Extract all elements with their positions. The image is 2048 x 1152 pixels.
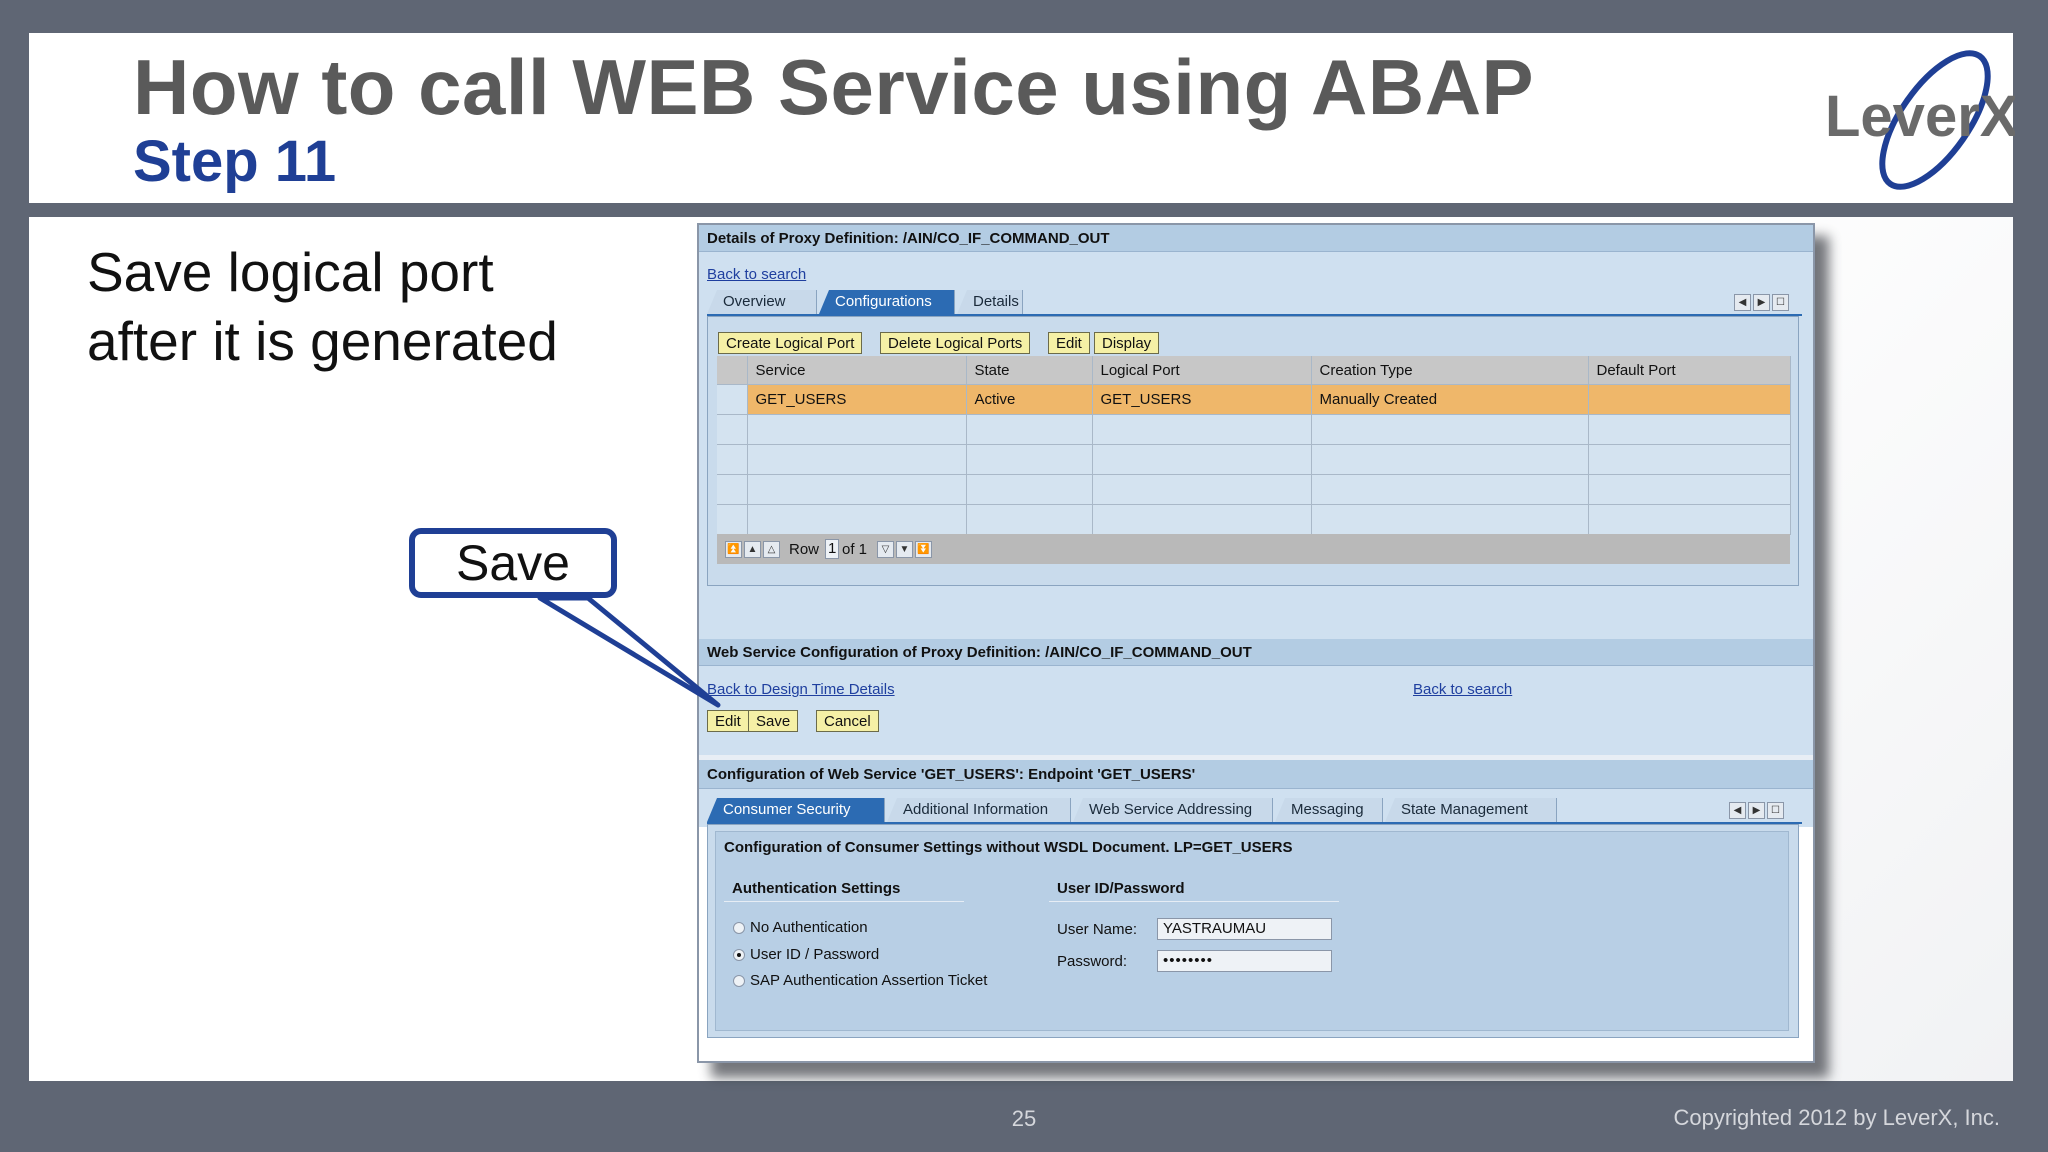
leverx-logo: LeverX [1815, 48, 2019, 193]
table-header-row: Service State Logical Port Creation Type… [717, 356, 1791, 385]
user-name-field[interactable]: YASTRAUMAU [1157, 918, 1332, 940]
tab-overview[interactable]: Overview [707, 290, 817, 314]
ws-config-header: Web Service Configuration of Proxy Defin… [707, 644, 1252, 661]
tab-list-icon[interactable]: ☐ [1772, 294, 1789, 311]
tab-scroll-right-icon[interactable]: ▶ [1753, 294, 1770, 311]
tab-scroll-left-icon[interactable]: ◀ [1729, 802, 1746, 819]
cell-default-port [1588, 384, 1791, 415]
back-to-search-link-2[interactable]: Back to search [1413, 681, 1512, 698]
delete-logical-ports-button[interactable]: Delete Logical Ports [880, 332, 1031, 354]
back-to-search-link[interactable]: Back to search [707, 266, 806, 283]
empty-table-row [717, 504, 1791, 535]
cell-state: Active [966, 384, 1093, 415]
column-header-default-port[interactable]: Default Port [1588, 356, 1791, 385]
row-selector[interactable] [717, 384, 748, 415]
cell-logical-port: GET_USERS [1092, 384, 1312, 415]
row-selector[interactable] [717, 504, 748, 535]
row-selector[interactable] [717, 444, 748, 475]
empty-table-row [717, 414, 1791, 445]
config-cancel-button[interactable]: Cancel [816, 710, 879, 732]
user-name-label: User Name: [1057, 921, 1138, 938]
proxy-details-header-bar: Details of Proxy Definition: /AIN/CO_IF_… [699, 225, 1813, 252]
logical-ports-table: Service State Logical Port Creation Type… [717, 356, 1791, 535]
tab-scroll-right-icon[interactable]: ▶ [1748, 802, 1765, 819]
endpoint-config-header-bar: Configuration of Web Service 'GET_USERS'… [699, 760, 1813, 789]
page-number: 25 [1011, 1106, 1037, 1131]
display-button[interactable]: Display [1094, 332, 1160, 354]
tab-messaging[interactable]: Messaging [1275, 798, 1383, 822]
cell-service: GET_USERS [747, 384, 967, 415]
tab-additional-information[interactable]: Additional Information [887, 798, 1071, 822]
row-label: Row [789, 541, 820, 558]
config-edit-button[interactable]: Edit [707, 710, 749, 732]
next-row-icon[interactable]: ▽ [877, 541, 894, 558]
column-header-logical-port[interactable]: Logical Port [1092, 356, 1312, 385]
endpoint-tabstrip: Consumer Security Additional Information… [707, 798, 1802, 824]
radio-sap-assertion-ticket[interactable]: SAP Authentication Assertion Ticket [733, 972, 987, 989]
save-callout: Save [409, 528, 617, 598]
table-row[interactable]: GET_USERS Active GET_USERS Manually Crea… [717, 384, 1791, 415]
empty-table-row [717, 474, 1791, 505]
tab-consumer-security[interactable]: Consumer Security [707, 798, 885, 822]
password-label: Password: [1057, 953, 1128, 970]
copyright-text: Copyrighted 2012 by LeverX, Inc. [1673, 1105, 2000, 1130]
endpoint-config-header: Configuration of Web Service 'GET_USERS'… [707, 766, 1196, 783]
next-page-icon[interactable]: ▼ [896, 541, 913, 558]
ws-config-header-bar: Web Service Configuration of Proxy Defin… [699, 639, 1813, 666]
header-divider [29, 203, 2013, 212]
cell-creation-type: Manually Created [1311, 384, 1589, 415]
radio-label: SAP Authentication Assertion Ticket [750, 972, 988, 989]
tab-details[interactable]: Details [957, 290, 1023, 314]
previous-row-icon[interactable]: △ [763, 541, 780, 558]
radio-button[interactable] [733, 922, 745, 935]
slide-body-text: Save logical port after it is generated [87, 241, 558, 372]
sap-screenshot: Details of Proxy Definition: /AIN/CO_IF_… [697, 223, 1815, 1063]
row-count: of 1 [842, 541, 868, 558]
tab-scroll-left-icon[interactable]: ◀ [1734, 294, 1751, 311]
logo-wordmark: LeverX [1825, 84, 2015, 149]
radio-button[interactable] [733, 975, 745, 988]
table-pager: ⏫ ▲ △ Row 1 of 1 ▽ ▼ ⏬ [717, 534, 1790, 564]
radio-label: No Authentication [750, 919, 868, 936]
select-all-cell[interactable] [717, 356, 748, 385]
radio-user-id-password[interactable]: User ID / Password [733, 946, 879, 963]
first-page-icon[interactable]: ⏫ [725, 541, 742, 558]
row-selector[interactable] [717, 474, 748, 505]
empty-table-row [717, 444, 1791, 475]
radio-button[interactable] [733, 949, 745, 962]
authentication-settings-label: Authentication Settings [732, 880, 901, 897]
tab-state-management[interactable]: State Management [1385, 798, 1557, 822]
proxy-details-header: Details of Proxy Definition: /AIN/CO_IF_… [707, 230, 1110, 247]
create-logical-port-button[interactable]: Create Logical Port [718, 332, 863, 354]
column-header-creation-type[interactable]: Creation Type [1311, 356, 1589, 385]
userid-password-section-label: User ID/Password [1057, 880, 1185, 897]
proxy-tabstrip: Overview Configurations Details ◀ ▶ ☐ [707, 290, 1802, 316]
radio-no-authentication[interactable]: No Authentication [733, 919, 868, 936]
consumer-settings-title: Configuration of Consumer Settings witho… [724, 839, 1293, 856]
last-page-icon[interactable]: ⏬ [915, 541, 932, 558]
slide-title: How to call WEB Service using ABAP [133, 43, 1535, 131]
row-input[interactable]: 1 [825, 539, 839, 559]
password-field[interactable]: •••••••• [1157, 950, 1332, 972]
slide-subtitle: Step 11 [133, 129, 337, 194]
row-selector[interactable] [717, 414, 748, 445]
tab-web-service-addressing[interactable]: Web Service Addressing [1073, 798, 1273, 822]
radio-label: User ID / Password [750, 946, 880, 963]
config-save-button[interactable]: Save [748, 710, 799, 732]
back-to-design-time-details-link[interactable]: Back to Design Time Details [707, 681, 895, 698]
column-header-service[interactable]: Service [747, 356, 967, 385]
previous-page-icon[interactable]: ▲ [744, 541, 761, 558]
tab-configurations[interactable]: Configurations [819, 290, 955, 314]
column-header-state[interactable]: State [966, 356, 1093, 385]
tab-list-icon[interactable]: ☐ [1767, 802, 1784, 819]
edit-button[interactable]: Edit [1048, 332, 1090, 354]
